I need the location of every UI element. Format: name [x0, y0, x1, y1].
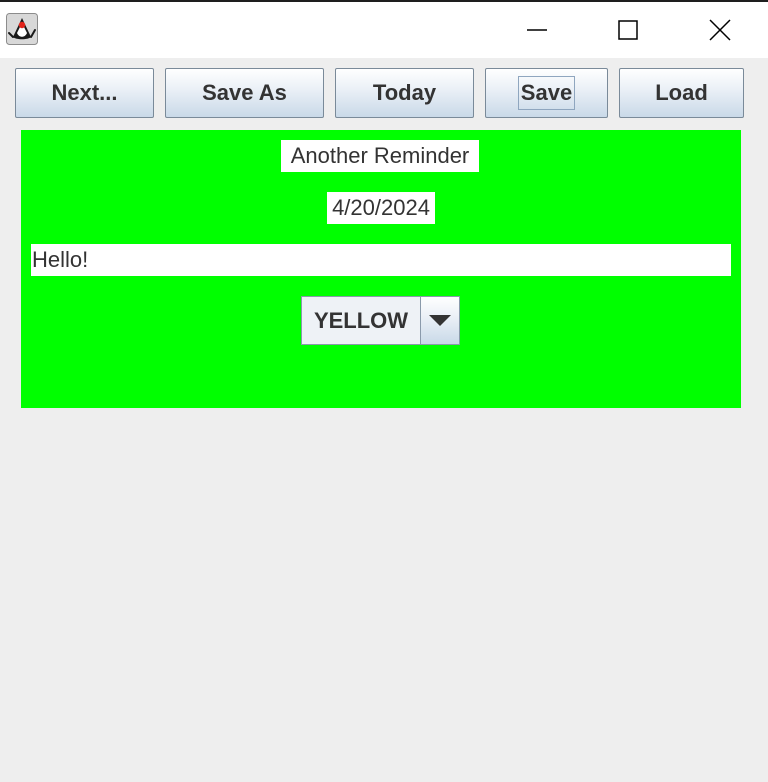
color-dropdown-value: YELLOW	[302, 297, 421, 344]
reminder-title: Another Reminder	[281, 140, 479, 172]
reminder-panel: Another Reminder 4/20/2024 YELLOW	[21, 130, 741, 408]
save-button[interactable]: Save	[485, 68, 608, 118]
maximize-icon	[618, 20, 638, 40]
title-bar	[0, 2, 768, 58]
chevron-down-icon	[429, 314, 451, 326]
color-dropdown[interactable]: YELLOW	[301, 296, 460, 345]
close-button[interactable]	[689, 2, 751, 58]
dropdown-arrow-button[interactable]	[421, 297, 459, 344]
close-icon	[709, 19, 731, 41]
next-button[interactable]: Next...	[15, 68, 154, 118]
minimize-icon	[527, 29, 547, 31]
save-as-button[interactable]: Save As	[165, 68, 324, 118]
message-field[interactable]	[31, 244, 731, 276]
today-button[interactable]: Today	[335, 68, 474, 118]
load-button[interactable]: Load	[619, 68, 744, 118]
maximize-button[interactable]	[597, 2, 659, 58]
minimize-button[interactable]	[506, 2, 568, 58]
reminder-date: 4/20/2024	[327, 192, 435, 224]
save-button-label: Save	[517, 76, 576, 110]
java-duke-icon	[6, 13, 38, 45]
